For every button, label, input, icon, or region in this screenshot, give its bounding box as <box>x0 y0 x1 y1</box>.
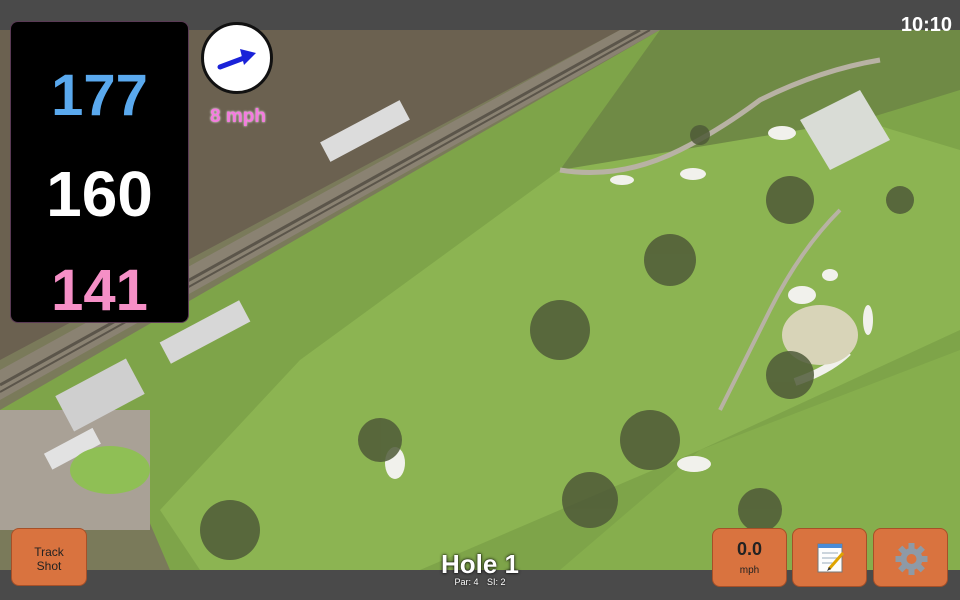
back-yardage: 177 <box>51 63 148 128</box>
hole-par: Par: 4 <box>454 577 479 587</box>
yardage-panel: 177 160 141 <box>11 22 188 323</box>
wind-speed-label: 8 mph <box>210 106 266 127</box>
middle-yardage: 160 <box>46 158 153 230</box>
wind-indicator <box>201 22 273 94</box>
hole-title: Hole 1 <box>440 549 520 579</box>
wind-speed-button[interactable]: 0.0 mph <box>712 528 787 587</box>
settings-button[interactable] <box>873 528 948 587</box>
track-shot-button[interactable]: Track Shot <box>11 528 87 586</box>
clock: 10:10 <box>900 14 952 36</box>
notes-button[interactable] <box>792 528 867 587</box>
wind-speed-unit: mph <box>739 565 760 576</box>
wind-arrow-icon <box>217 49 256 70</box>
hole-stroke-index: SI: 2 <box>487 577 506 587</box>
wind-speed-value: 0.0 <box>736 539 763 559</box>
front-yardage: 141 <box>51 258 148 323</box>
gear-icon <box>895 543 928 575</box>
notepad-icon <box>817 543 845 573</box>
hole-info: Par: 4 SI: 2 <box>380 577 580 587</box>
track-shot-label-line1: Track <box>34 545 64 559</box>
track-shot-label-line2: Shot <box>36 559 62 573</box>
